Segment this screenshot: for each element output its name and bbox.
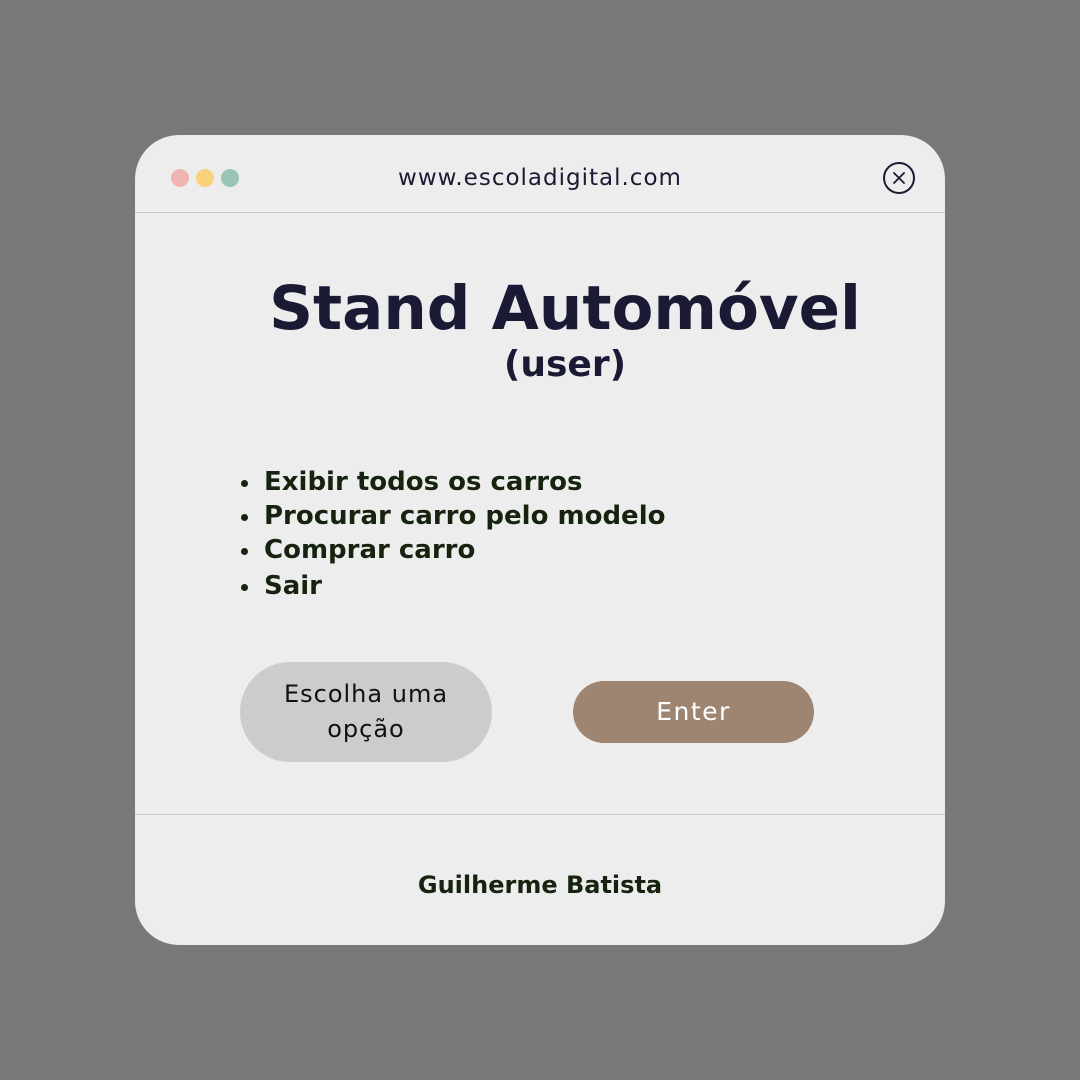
address-url: www.escoladigital.com (398, 165, 682, 191)
author-name: Guilherme Batista (417, 871, 663, 899)
close-icon (893, 172, 905, 184)
menu-item-exit: Sair (235, 569, 665, 603)
enter-button[interactable]: Enter (573, 681, 814, 743)
menu-item-buy-car: Comprar carro (235, 533, 665, 567)
footer-divider (135, 814, 945, 815)
options-menu: Exibir todos os carros Procurar carro pe… (235, 465, 665, 603)
option-input-placeholder: Escolha uma opção (283, 680, 449, 743)
menu-item-search-by-model: Procurar carro pelo modelo (235, 499, 665, 533)
option-input[interactable]: Escolha uma opção (240, 662, 492, 762)
menu-item-show-all-cars: Exibir todos os carros (235, 465, 665, 499)
page-subtitle: (user) (503, 344, 627, 385)
page-title: Stand Automóvel (269, 273, 861, 344)
window-titlebar: www.escoladigital.com (135, 135, 945, 213)
browser-window: www.escoladigital.com Stand Automóvel (u… (135, 135, 945, 945)
close-button[interactable] (883, 162, 915, 194)
